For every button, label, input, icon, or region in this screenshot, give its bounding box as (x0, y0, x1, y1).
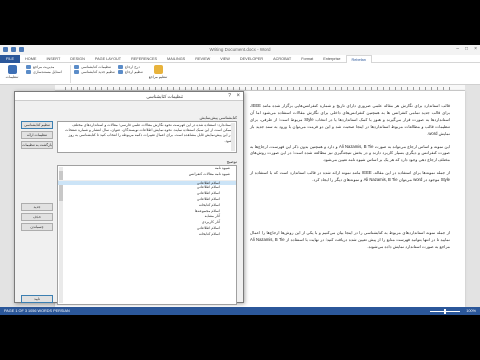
dialog-title-bar: تنظیمات کتابشناسی ? × (15, 92, 243, 101)
list-item[interactable]: اسلام کتابخانه (58, 232, 236, 238)
style-list[interactable]: شیوه نامه شیوه نامه مقالات کنفرانس اسلام ا… (57, 165, 237, 305)
help-icon[interactable]: ? (228, 93, 231, 99)
delete-style-button[interactable]: حذف (21, 213, 53, 221)
ribbon-group-references: مدیریت مراجع استایل مستندسازی (26, 65, 62, 74)
list-icon (26, 65, 31, 69)
zoom-level: 100% (466, 309, 476, 313)
preview-scrollbar[interactable] (231, 123, 235, 151)
settings-icon (7, 65, 17, 74)
ribbon-body: تنظیمات مدیریت مراجع استایل مستندسازی تن… (0, 63, 480, 85)
ribbon-tabs: FILE HOME INSERT DESIGN PAGE LAYOUT REFE… (0, 54, 480, 63)
tab-review[interactable]: REVIEW (190, 55, 215, 63)
tab-format[interactable]: Format (296, 55, 318, 63)
tab-rebefan[interactable]: Rebefan (345, 54, 372, 63)
close-icon[interactable]: × (236, 93, 240, 99)
zoom-slider[interactable] (430, 308, 461, 314)
book-add-icon (74, 70, 79, 74)
status-bar: PAGE 1 OF 3 1056 WORDS PERSIAN 100% (0, 307, 480, 315)
tab-developer[interactable]: DEVELOPER (235, 55, 268, 63)
style-icon (26, 70, 31, 74)
tab-acrobat[interactable]: ACROBAT (268, 55, 296, 63)
window-title: Writing Document.docx - Word (209, 47, 271, 52)
insert-citation-button[interactable]: درج ارجاع (118, 65, 143, 69)
edit-citation-button[interactable]: تنظیم ارجاع (118, 70, 143, 74)
title-bar: Writing Document.docx - Word – □ × (0, 45, 480, 55)
bibliography-settings-dialog: تنظیمات کتابشناسی ? × کتابشناسی پیش‌نمای… (14, 91, 244, 305)
dialog-title: تنظیمات کتابشناسی (146, 94, 183, 99)
manage-references-button[interactable]: مدیریت مراجع (26, 65, 62, 69)
paragraph[interactable]: از جمله نمونه استانداردهای مربوط به کتاب… (250, 230, 450, 251)
ok-button[interactable]: تایید (21, 295, 53, 303)
presentation-settings-button[interactable]: تنظیمات ارائه (21, 131, 53, 139)
paragraph[interactable]: قالب استاندارد برای نگارش هر مقاله علمی … (250, 103, 450, 138)
document-body[interactable]: قالب استاندارد برای نگارش هر مقاله علمی … (250, 103, 450, 257)
list-item[interactable]: شیوه نامه مقالات کنفرانس (58, 172, 236, 178)
maximize-icon[interactable]: □ (465, 46, 468, 52)
sources-icon (153, 65, 163, 74)
documentation-style-button[interactable]: استایل مستندسازی (26, 70, 62, 74)
new-bibliography-button[interactable]: تنظیم جدید کتابشناسی (74, 70, 115, 74)
tab-insert[interactable]: INSERT (41, 55, 65, 63)
tab-file[interactable]: FILE (0, 54, 21, 63)
ruler-ticks (65, 87, 455, 90)
manage-sources-big-button[interactable]: تنظیم مراجع (148, 65, 168, 79)
ribbon-divider (70, 65, 71, 83)
new-style-button[interactable]: جدید (21, 203, 53, 211)
tab-page-layout[interactable]: PAGE LAYOUT (90, 55, 126, 63)
settings-big-button[interactable]: تنظیمات (2, 65, 22, 79)
tab-home[interactable]: HOME (20, 55, 41, 63)
window-controls: – □ × (456, 46, 477, 52)
minimize-icon[interactable]: – (456, 46, 459, 52)
close-window-icon[interactable]: × (474, 46, 477, 52)
list-label: توضیح (226, 159, 237, 164)
edit-icon (118, 70, 123, 74)
ribbon-group-bibliography: تنظیمات کتابشناسی تنظیم جدید کتابشناسی (74, 65, 115, 74)
paragraph[interactable]: این نمونه و اساس ارجاع می‌تواند به صورت … (250, 144, 450, 165)
tab-enterprise[interactable]: Enterprise (318, 55, 345, 63)
tab-design[interactable]: DESIGN (65, 55, 90, 63)
tab-view[interactable]: VIEW (215, 55, 235, 63)
bibliography-settings-button[interactable]: تنظیمات کتابشناسی (74, 65, 115, 69)
tab-mailings[interactable]: MAILINGS (162, 55, 190, 63)
quote-icon (118, 65, 123, 69)
bibliography-preview-text: استاندارد: استفاده شده در این فهرست نحوه… (65, 123, 232, 143)
apply-bibliography-button[interactable]: تنظیم کتابشناسی (21, 121, 53, 129)
reset-settings-button[interactable]: بازگشت به تنظیمات (21, 141, 53, 149)
tab-references[interactable]: REFERENCES (126, 55, 162, 63)
ribbon-group-citation: درج ارجاع تنظیم ارجاع (118, 65, 143, 74)
status-info: PAGE 1 OF 3 1056 WORDS PERSIAN (4, 309, 70, 313)
word-window: Writing Document.docx - Word – □ × FILE … (0, 45, 480, 315)
paste-style-button[interactable]: چسباندن (21, 223, 53, 231)
book-icon (74, 65, 79, 69)
paragraph[interactable]: از جمله نمونه‌ها برای استفاده در این مقا… (250, 170, 450, 184)
bibliography-preview[interactable]: استاندارد: استفاده شده در این فهرست نحوه… (57, 121, 237, 153)
bibliography-preview-label: کتابشناسی پیش‌نمایش (199, 115, 237, 120)
